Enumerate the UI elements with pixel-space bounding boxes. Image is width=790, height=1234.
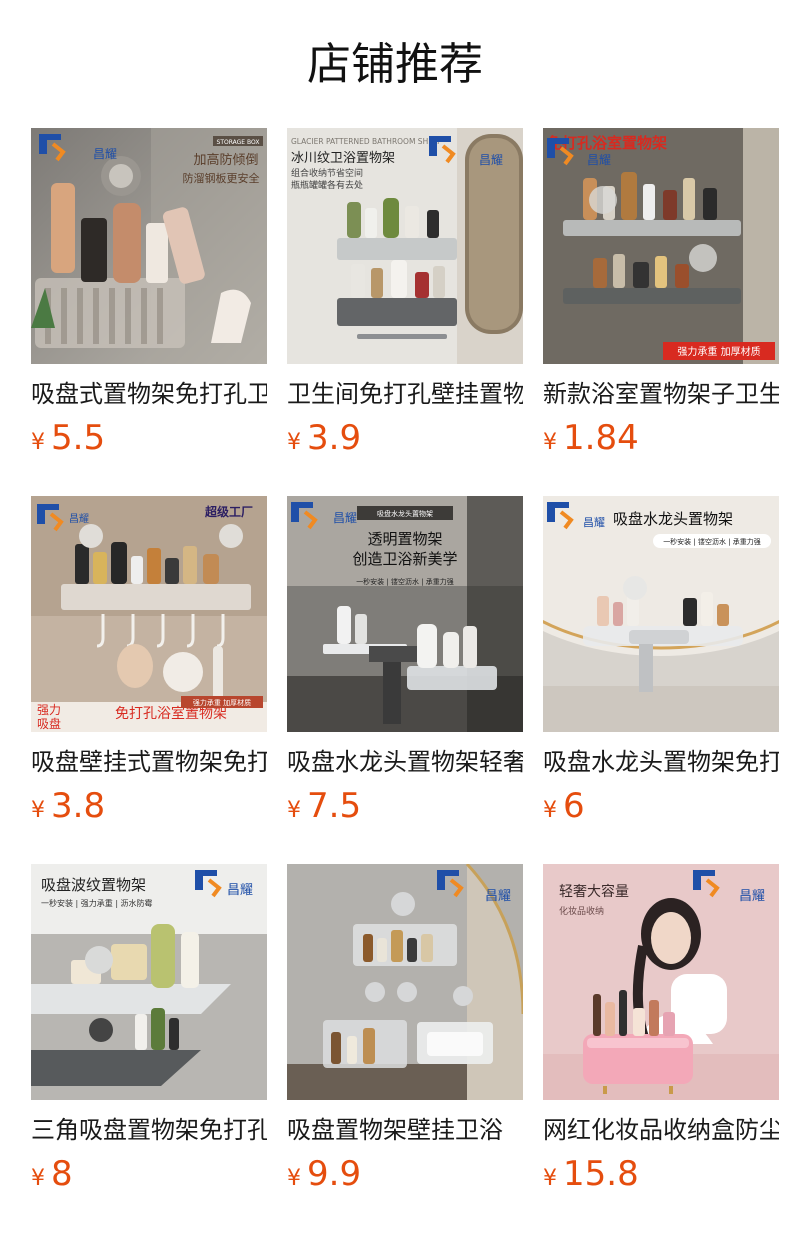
product-price: ¥8 bbox=[31, 1154, 267, 1194]
currency-symbol: ¥ bbox=[287, 798, 301, 823]
product-name[interactable]: 吸盘式置物架免打孔卫生间壁挂收纳架 bbox=[31, 378, 267, 410]
product-name[interactable]: 吸盘置物架壁挂卫浴 bbox=[287, 1114, 523, 1146]
product-image[interactable]: STORAGE BOX 加高防倾倒 防溜钢板更安全 昌耀 bbox=[31, 128, 267, 364]
brand-name: 昌耀 bbox=[69, 513, 89, 525]
image-corner: 超级工厂 bbox=[204, 504, 253, 519]
product-image[interactable]: 免打孔浴室置物架 强力承重 加厚材质 昌耀 bbox=[543, 128, 779, 364]
product-image[interactable]: 吸盘水龙头置物架 透明置物架 创造卫浴新美学 一秒安装 | 镂空沥水 | 承重力… bbox=[287, 496, 523, 732]
image-line2: 化妆品收纳 bbox=[559, 905, 604, 917]
image-headline: 吸盘水龙头置物架 bbox=[613, 510, 733, 528]
product-card[interactable]: 吸盘水龙头置物架 透明置物架 创造卫浴新美学 一秒安装 | 镂空沥水 | 承重力… bbox=[287, 496, 523, 826]
image-line1: 冰川纹卫浴置物架 bbox=[291, 151, 395, 166]
product-card[interactable]: 昌耀 吸盘置物架壁挂卫浴 ¥9.9 bbox=[287, 864, 523, 1194]
currency-symbol: ¥ bbox=[287, 430, 301, 455]
price-value: 6 bbox=[563, 786, 585, 826]
product-image[interactable]: 轻奢大容量 化妆品收纳 昌耀 bbox=[543, 864, 779, 1100]
brand-name: 昌耀 bbox=[227, 883, 253, 898]
product-name[interactable]: 吸盘水龙头置物架轻奢 bbox=[287, 746, 523, 778]
image-footer: 强力承重 加厚材质 bbox=[677, 345, 760, 358]
price-value: 15.8 bbox=[563, 1154, 639, 1194]
currency-symbol: ¥ bbox=[287, 1166, 301, 1191]
product-card[interactable]: 免打孔浴室置物架 强力承重 加厚材质 昌耀 新款浴室置物架子卫生 ¥ 1.84 bbox=[543, 128, 779, 458]
image-line1: 加高防倾倒 bbox=[193, 152, 258, 168]
image-left1: 强力 bbox=[37, 703, 61, 717]
image-line3: 瓶瓶罐罐各有去处 bbox=[291, 179, 363, 191]
image-line1: 透明置物架 bbox=[367, 530, 442, 548]
currency-symbol: ¥ bbox=[31, 430, 45, 455]
image-small: 强力承重 加厚材质 bbox=[193, 698, 251, 707]
page-title: 店铺推荐 bbox=[307, 39, 483, 90]
product-name[interactable]: 新款浴室置物架子卫生间 bbox=[543, 378, 779, 410]
product-name[interactable]: 三角吸盘置物架免打孔 bbox=[31, 1114, 267, 1146]
brand-name: 昌耀 bbox=[93, 147, 117, 161]
brand-name: 昌耀 bbox=[479, 153, 503, 167]
product-image[interactable]: 吸盘波纹置物架 一秒安装 | 强力承重 | 沥水防霉 昌耀 bbox=[31, 864, 267, 1100]
recommend-page: 店铺推荐 STORAGE BOX 加高防倾倒 防溜钢板更安全 昌耀 吸盘式置物架… bbox=[0, 0, 790, 1234]
brand-name: 昌耀 bbox=[333, 511, 357, 525]
price-value: 1.84 bbox=[563, 418, 639, 458]
price-value: 7.5 bbox=[307, 786, 362, 826]
product-price: ¥7.5 bbox=[287, 786, 523, 826]
product-price: ¥9.9 bbox=[287, 1154, 523, 1194]
image-line1: 轻奢大容量 bbox=[559, 883, 629, 900]
image-line2: 组合收纳节省空间 bbox=[291, 167, 363, 179]
product-card[interactable]: 吸盘波纹置物架 一秒安装 | 强力承重 | 沥水防霉 昌耀 三角吸盘置物架免打孔… bbox=[31, 864, 267, 1194]
product-name[interactable]: 吸盘水龙头置物架免打孔 bbox=[543, 746, 779, 778]
product-price: ¥3.8 bbox=[31, 786, 267, 826]
product-name[interactable]: 吸盘壁挂式置物架免打孔 bbox=[31, 746, 267, 778]
image-line3: 一秒安装 | 镂空沥水 | 承重力强 bbox=[356, 577, 454, 586]
product-card[interactable]: STORAGE BOX 加高防倾倒 防溜钢板更安全 昌耀 吸盘式置物架免打孔卫生… bbox=[31, 128, 267, 458]
currency-symbol: ¥ bbox=[543, 430, 557, 455]
brand-name: 昌耀 bbox=[587, 153, 611, 167]
product-image[interactable]: 强力 吸盘 免打孔浴室置物架 强力承重 加厚材质 超级工厂 昌耀 bbox=[31, 496, 267, 732]
image-tag: STORAGE BOX bbox=[217, 139, 260, 146]
price-value: 3.8 bbox=[51, 786, 106, 826]
brand-name: 昌耀 bbox=[739, 889, 765, 904]
currency-symbol: ¥ bbox=[31, 1166, 45, 1191]
image-sub: 一秒安装 | 强力承重 | 沥水防霉 bbox=[41, 898, 153, 908]
currency-symbol: ¥ bbox=[543, 798, 557, 823]
product-price: ¥6 bbox=[543, 786, 779, 826]
image-tag: 吸盘水龙头置物架 bbox=[377, 509, 433, 518]
image-headline: 吸盘波纹置物架 bbox=[41, 876, 146, 894]
image-sub: 一秒安装 | 镂空沥水 | 承重力强 bbox=[663, 537, 761, 546]
image-left2: 吸盘 bbox=[37, 716, 61, 731]
product-price: ¥5.5 bbox=[31, 418, 267, 458]
price-value: 3.9 bbox=[307, 418, 362, 458]
image-line2: 防溜钢板更安全 bbox=[183, 171, 260, 185]
product-card[interactable]: 吸盘水龙头置物架 一秒安装 | 镂空沥水 | 承重力强 昌耀 吸盘水龙头置物架免… bbox=[543, 496, 779, 826]
image-line2: 创造卫浴新美学 bbox=[352, 550, 457, 568]
product-price: ¥15.8 bbox=[543, 1154, 779, 1194]
brand-name: 昌耀 bbox=[485, 889, 511, 904]
price-value: 5.5 bbox=[51, 418, 106, 458]
currency-symbol: ¥ bbox=[31, 798, 45, 823]
product-image[interactable]: 昌耀 bbox=[287, 864, 523, 1100]
product-card[interactable]: 强力 吸盘 免打孔浴室置物架 强力承重 加厚材质 超级工厂 昌耀 吸盘壁挂式置物… bbox=[31, 496, 267, 826]
currency-symbol: ¥ bbox=[543, 1166, 557, 1191]
product-price: ¥3.9 bbox=[287, 418, 523, 458]
product-name[interactable]: 卫生间免打孔壁挂置物架 bbox=[287, 378, 523, 410]
image-tag: GLACIER PATTERNED BATHROOM SHELF bbox=[291, 137, 441, 146]
product-price: ¥1.84 bbox=[543, 418, 779, 458]
product-name[interactable]: 网红化妆品收纳盒防尘 bbox=[543, 1114, 779, 1146]
product-card[interactable]: 轻奢大容量 化妆品收纳 昌耀 网红化妆品收纳盒防尘 ¥ 15.8 bbox=[543, 864, 779, 1194]
product-image[interactable]: 吸盘水龙头置物架 一秒安装 | 镂空沥水 | 承重力强 昌耀 bbox=[543, 496, 779, 732]
price-value: 9.9 bbox=[307, 1154, 362, 1194]
product-image[interactable]: GLACIER PATTERNED BATHROOM SHELF 冰川纹卫浴置物… bbox=[287, 128, 523, 364]
price-value: 8 bbox=[51, 1154, 73, 1194]
brand-name: 昌耀 bbox=[583, 516, 605, 529]
product-card[interactable]: GLACIER PATTERNED BATHROOM SHELF 冰川纹卫浴置物… bbox=[287, 128, 523, 458]
